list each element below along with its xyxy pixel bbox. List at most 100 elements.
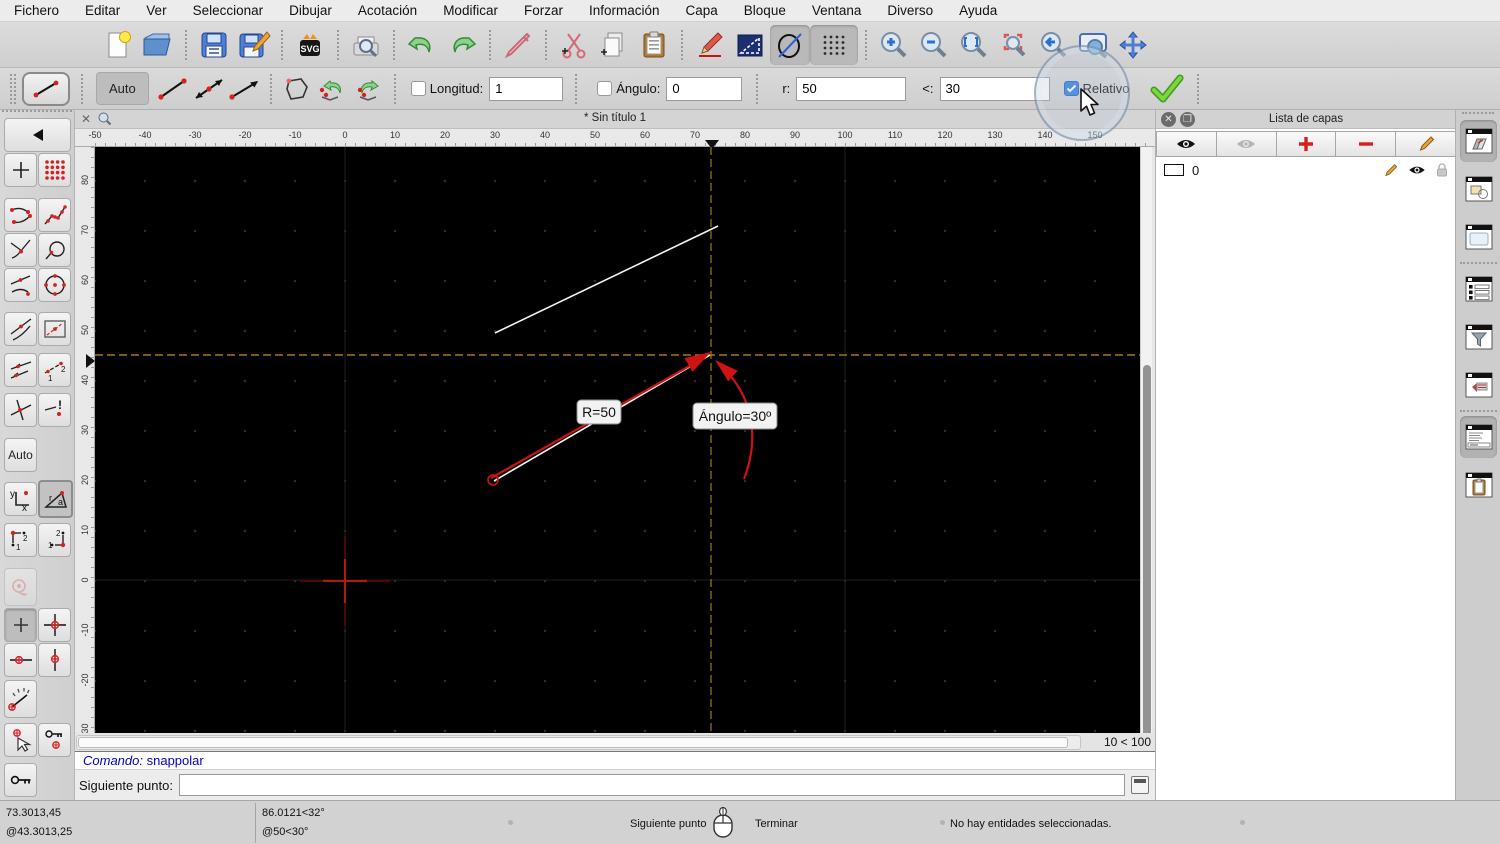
layer-row[interactable]: 0 (1156, 159, 1456, 181)
menu-item-fichero[interactable]: Fichero (14, 3, 59, 18)
apply-button[interactable] (1149, 74, 1185, 104)
paste-button[interactable] (634, 25, 674, 65)
line-horizontal-button[interactable] (227, 72, 263, 106)
zoom-pan-button[interactable] (1114, 25, 1154, 65)
dock-filter-button[interactable] (1460, 316, 1497, 358)
polyline-undo-button[interactable] (315, 72, 351, 106)
menu-item-ayuda[interactable]: Ayuda (959, 3, 997, 18)
menu-item-dibujar[interactable]: Dibujar (289, 3, 332, 18)
menu-item-ventana[interactable]: Ventana (812, 3, 862, 18)
snap-distance-button[interactable] (4, 353, 37, 387)
save-as-button[interactable] (234, 25, 274, 65)
cut-button[interactable] (554, 25, 594, 65)
corner-order-12-button[interactable]: 12 (4, 523, 37, 557)
snap-grid-button[interactable] (38, 153, 71, 187)
snap-perpendicular-button[interactable] (4, 233, 37, 267)
drawing-canvas[interactable]: R=50 Ángulo=30º (95, 147, 1140, 733)
dock-command-button[interactable] (1460, 416, 1497, 458)
menu-item-seleccionar[interactable]: Seleccionar (193, 3, 264, 18)
dock-media-button[interactable] (1460, 364, 1497, 406)
lock-relative-zero-button[interactable] (38, 723, 71, 757)
sidebar-drag-handle[interactable] (2, 110, 72, 116)
restrict-disabled-button[interactable] (4, 568, 37, 606)
add-layer-button[interactable] (1276, 131, 1337, 157)
delete-button[interactable] (498, 25, 538, 65)
layer-color-swatch[interactable] (1164, 164, 1184, 176)
snap-distance-manual-button[interactable]: 12 (38, 353, 71, 387)
menu-item-ver[interactable]: Ver (146, 3, 166, 18)
zoom-previous-button[interactable] (994, 25, 1034, 65)
command-expand-button[interactable] (1131, 776, 1149, 794)
isometric-toggle-button[interactable] (770, 24, 810, 65)
angulo-checkbox[interactable] (597, 81, 613, 96)
print-preview-button[interactable] (346, 25, 386, 65)
snap-reference-button[interactable] (38, 312, 71, 346)
horizontal-scrollbar[interactable] (76, 735, 1081, 750)
zoom-back-button[interactable] (1034, 25, 1074, 65)
radius-input[interactable] (796, 76, 907, 101)
copy-button[interactable] (594, 25, 634, 65)
restrict-orthogonal-button[interactable] (38, 608, 71, 642)
back-button[interactable] (4, 118, 71, 152)
grid-toggle-button[interactable] (810, 24, 858, 65)
coordinates-cartesian-button[interactable]: yx (4, 482, 37, 516)
relativo-checkbox[interactable] (1063, 81, 1079, 96)
snap-middle-button[interactable] (4, 268, 37, 302)
snap-free-button[interactable] (4, 153, 37, 187)
snap-angle-button[interactable] (4, 680, 37, 718)
angulo-input[interactable] (666, 76, 743, 101)
dock-clipboard-button[interactable] (1460, 464, 1497, 506)
save-button[interactable] (194, 25, 234, 65)
menu-item-bloque[interactable]: Bloque (744, 3, 786, 18)
lock-layer-button[interactable] (4, 763, 37, 797)
remove-layer-button[interactable] (1336, 131, 1397, 157)
dock-library-button[interactable] (1460, 216, 1497, 258)
undo-button[interactable] (402, 25, 442, 65)
dock-layers-button[interactable] (1460, 120, 1497, 162)
snap-intersection-button[interactable] (4, 393, 37, 427)
snap-center-button[interactable] (38, 268, 71, 302)
vertical-scrollbar-thumb[interactable] (1143, 365, 1151, 750)
layer-lock-icon[interactable] (1436, 163, 1448, 177)
coordinates-polar-button[interactable]: ra (38, 480, 73, 518)
snap-auto-button[interactable]: Auto (4, 438, 37, 472)
open-file-button[interactable] (138, 25, 178, 65)
svg-export-button[interactable]: SVG (290, 25, 330, 65)
zoom-window-button[interactable] (1074, 25, 1114, 65)
snap-on-entity-button[interactable] (38, 198, 71, 232)
corner-order-21-button[interactable]: 12 (38, 523, 71, 557)
menu-item-información[interactable]: Información (589, 3, 660, 18)
restrict-vertical-button[interactable] (38, 643, 71, 677)
snap-intersection-manual-button[interactable]: ! (38, 393, 71, 427)
edit-button[interactable] (690, 25, 730, 65)
line-two-points-button[interactable] (155, 72, 191, 106)
polyline-button[interactable] (279, 72, 315, 106)
horizontal-scrollbar-thumb[interactable] (78, 737, 1068, 748)
layer-visible-icon[interactable] (1408, 164, 1426, 176)
show-all-layers-button[interactable] (1156, 131, 1217, 157)
restrict-nothing-button[interactable] (4, 608, 37, 642)
zoom-in-button[interactable] (874, 25, 914, 65)
hide-all-layers-button[interactable] (1216, 131, 1277, 157)
edit-layer-button[interactable] (1396, 131, 1456, 157)
menu-item-capa[interactable]: Capa (686, 3, 718, 18)
dock-drag-handle[interactable] (1462, 112, 1494, 117)
auto-mode-button[interactable]: Auto (96, 72, 149, 105)
set-relative-zero-button[interactable] (4, 723, 37, 757)
angle-lt-input[interactable] (939, 76, 1050, 101)
attributes-button[interactable] (730, 25, 770, 65)
zoom-out-button[interactable] (914, 25, 954, 65)
longitud-input[interactable] (489, 76, 564, 101)
polyline-redo-button[interactable] (351, 72, 387, 106)
vertical-scrollbar[interactable] (1140, 147, 1152, 750)
snap-on-circle-button[interactable] (38, 233, 71, 267)
menu-item-editar[interactable]: Editar (85, 3, 120, 18)
dock-entity-list-button[interactable] (1460, 268, 1497, 310)
menu-item-forzar[interactable]: Forzar (524, 3, 563, 18)
dock-blocks-button[interactable] (1460, 168, 1497, 210)
current-tool-button[interactable] (22, 71, 70, 106)
command-input[interactable] (178, 774, 1125, 796)
menu-item-modificar[interactable]: Modificar (443, 3, 498, 18)
menu-item-acotación[interactable]: Acotación (358, 3, 417, 18)
new-document-button[interactable] (98, 25, 138, 65)
